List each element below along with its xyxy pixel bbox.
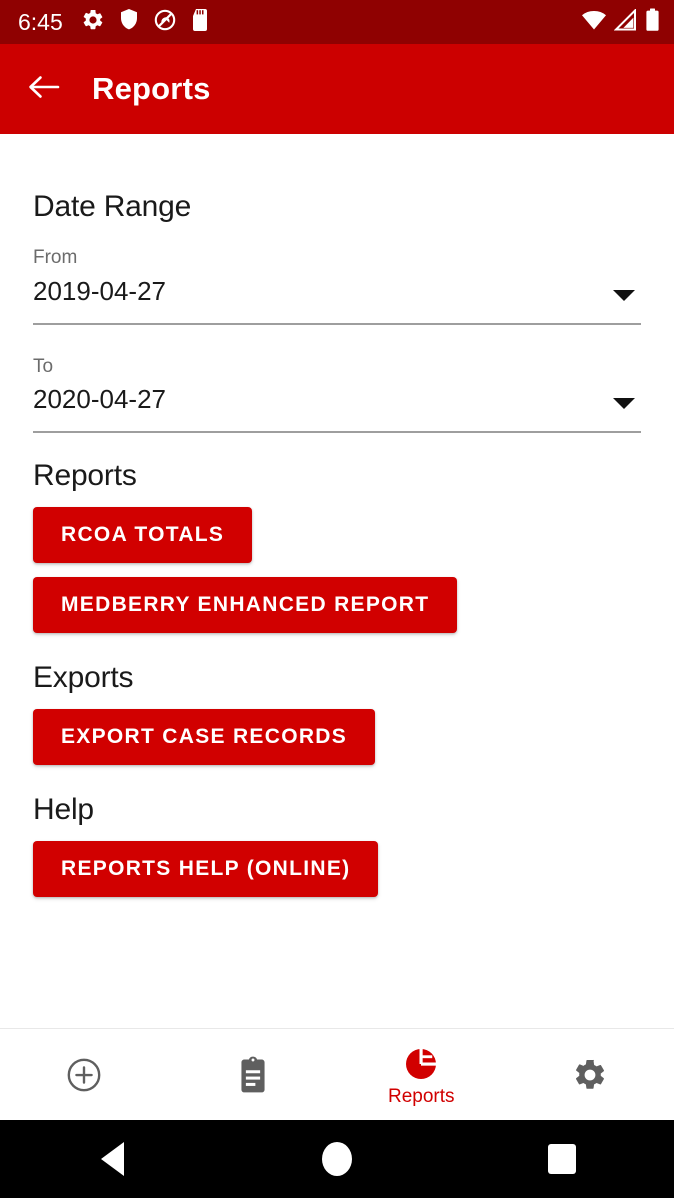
- help-button-row: REPORTS HELP (ONLINE): [33, 827, 641, 898]
- help-heading: Help: [33, 793, 94, 827]
- wifi-icon: [581, 9, 607, 36]
- reports-help-online-button[interactable]: REPORTS HELP (ONLINE): [33, 841, 379, 898]
- status-bar-right-icons: [581, 7, 660, 37]
- date-to-label: To: [33, 355, 54, 377]
- back-arrow-icon: [27, 72, 61, 107]
- reports-button-row-1: RCOA TOTALS: [33, 493, 641, 564]
- status-bar: 6:45: [0, 0, 674, 44]
- gear-icon: [572, 1054, 608, 1096]
- android-recents-button[interactable]: [449, 1144, 674, 1174]
- date-range-heading: Date Range: [33, 190, 192, 223]
- reports-heading: Reports: [33, 459, 137, 493]
- android-home-button[interactable]: [225, 1142, 450, 1176]
- chevron-down-icon[interactable]: [613, 289, 635, 301]
- chevron-down-icon[interactable]: [613, 398, 635, 410]
- silent-mode-icon: [153, 8, 177, 37]
- status-bar-clock: 6:45: [18, 8, 63, 35]
- nav-item-add[interactable]: [0, 1029, 169, 1120]
- pie-chart-icon: [403, 1043, 439, 1085]
- exports-button-row: EXPORT CASE RECORDS: [33, 695, 641, 766]
- back-button[interactable]: [18, 63, 70, 115]
- android-navigation-bar: [0, 1120, 674, 1198]
- medberry-enhanced-report-button[interactable]: MEDBERRY ENHANCED REPORT: [33, 577, 458, 634]
- recents-square-icon: [547, 1144, 576, 1174]
- reports-button-row-2: MEDBERRY ENHANCED REPORT: [33, 563, 641, 634]
- shield-icon: [119, 8, 139, 37]
- home-circle-icon: [322, 1142, 352, 1176]
- date-from-value: 2019-04-27: [33, 275, 166, 306]
- add-circle-icon: [65, 1054, 103, 1096]
- gear-icon: [81, 8, 105, 37]
- phone-screen: 6:45 Reports Date Range From 2019-04-27 …: [0, 0, 674, 1198]
- export-case-records-button[interactable]: EXPORT CASE RECORDS: [33, 709, 376, 766]
- back-triangle-icon: [100, 1142, 124, 1176]
- nav-item-cases[interactable]: [169, 1029, 338, 1120]
- cellular-signal-icon: [613, 7, 638, 36]
- page-title: Reports: [92, 71, 211, 106]
- date-from-field[interactable]: From 2019-04-27: [33, 224, 641, 325]
- app-bar: Reports: [0, 44, 674, 134]
- nav-item-reports[interactable]: Reports: [337, 1029, 506, 1120]
- clipboard-icon: [236, 1054, 270, 1096]
- battery-icon: [645, 8, 660, 37]
- android-back-button[interactable]: [0, 1142, 225, 1176]
- rcoa-totals-button[interactable]: RCOA TOTALS: [33, 507, 253, 564]
- date-to-value: 2020-04-27: [33, 384, 166, 415]
- date-to-field[interactable]: To 2020-04-27: [33, 333, 641, 434]
- nav-item-reports-label: Reports: [387, 1086, 455, 1107]
- sd-card-icon: [191, 8, 209, 37]
- nav-item-settings[interactable]: [506, 1029, 674, 1120]
- date-from-label: From: [33, 247, 78, 268]
- status-bar-left-icons: [81, 8, 581, 37]
- exports-heading: Exports: [33, 661, 134, 695]
- bottom-navigation-bar: Reports: [0, 1028, 674, 1120]
- content-area: Date Range From 2019-04-27 To 2020-04-27…: [0, 134, 674, 1028]
